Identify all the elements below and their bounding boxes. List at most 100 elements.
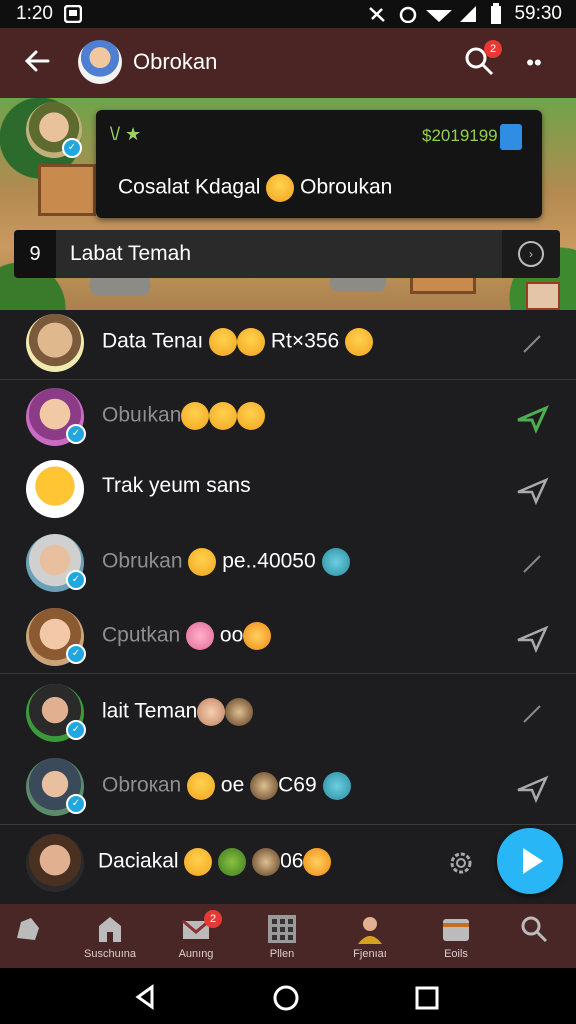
list-item[interactable]: ✓ Obuıkan [0,380,576,452]
nav-label: Pllen [269,948,295,960]
list-item-label: Obuıkan [102,403,182,427]
status-icons [369,6,476,23]
contact-avatar[interactable] [26,460,84,518]
message-bubble[interactable]: \/ ★ $2019199 Cosalat Kdagal Obroukan [96,110,542,218]
send-fab-button[interactable] [497,828,563,894]
contact-avatar[interactable]: ✓ [26,534,86,592]
contact-avatar[interactable]: ✓ [26,608,86,666]
edit-slash-icon[interactable] [514,696,550,732]
list-item-text: Obroкan oe C69 [102,772,351,800]
card-icon [443,919,469,941]
face-emoji-icon [252,848,281,876]
bottom-navigation: Suschuına 2 Aunıng Pllen Fjenıaı Eoils [0,904,576,968]
back-arrow-icon[interactable] [22,46,52,76]
search-badge: 2 [484,40,502,58]
face-emoji-icon [345,328,374,356]
fire-emoji-icon [243,622,272,650]
grid-icon [268,915,296,943]
contact-search-strip[interactable]: 9 Labat Temah › [14,230,560,278]
recents-square-icon[interactable] [414,985,440,1011]
contact-avatar[interactable]: ✓ [26,684,86,742]
octopus-emoji-icon [321,548,350,576]
nav-item-home[interactable]: Suschuına [62,904,158,968]
contact-avatar[interactable] [26,314,84,372]
strip-go-button[interactable]: › [502,230,560,278]
verified-icon: ✓ [66,794,86,814]
more-options-icon[interactable]: •• [522,50,546,75]
list-item-tail2: C69 [278,773,317,797]
home-shape-icon [17,918,39,940]
chat-header: Obrokan 2 •• [0,28,576,98]
play-send-icon [523,848,543,874]
home-circle-icon[interactable] [272,984,300,1012]
send-arrow-icon[interactable] [514,620,550,656]
verified-icon: ✓ [62,138,82,158]
back-triangle-icon[interactable] [132,984,158,1010]
list-item-text: Cputkan oo [102,622,272,650]
tongue-emoji-icon [184,848,213,876]
system-navigation-bar [0,968,576,1024]
list-item[interactable]: ✓ Obrukan pe..40050 [0,526,576,598]
fire-emoji-icon [303,848,332,876]
list-item-text: Obrukan pe..40050 [102,548,350,576]
status-bar: 1:20 59:30 [0,0,576,28]
divider [0,673,576,674]
face-emoji-icon [209,328,238,356]
list-item-text: lait Teman [102,698,254,726]
verified-icon: ✓ [66,720,86,740]
contact-avatar[interactable]: ✓ [26,388,86,446]
status-clock: 59:30 [514,3,562,24]
contact-avatar[interactable]: ✓ [26,758,86,816]
divider [0,824,576,825]
face-emoji-icon [209,402,238,430]
header-avatar[interactable] [78,40,122,84]
nav-item-mail[interactable]: 2 Aunıng [148,904,244,968]
grin-emoji-icon [266,174,295,202]
face-emoji-icon [181,402,210,430]
edit-slash-icon[interactable] [514,546,550,582]
nav-item-card[interactable]: Eoils [408,904,504,968]
battery-icon [491,3,501,24]
list-item[interactable]: Data Tenaı Rt×356 [0,306,576,378]
house-icon [99,917,121,942]
sender-avatar[interactable]: ✓ [26,102,82,158]
bubble-message: Cosalat Kdagal Obroukan [118,174,392,202]
face-emoji-icon [237,328,266,356]
app-notification-icon [64,5,82,23]
grin-emoji-icon [187,772,216,800]
send-arrow-icon[interactable] [514,770,550,806]
list-item[interactable]: ✓ Obroкan oe C69 [0,750,576,822]
send-arrow-icon[interactable] [514,400,550,436]
list-item-label: Data Tenaı [102,329,204,353]
verified-icon: ✓ [66,644,86,664]
nav-badge: 2 [204,910,222,928]
list-item[interactable]: Trak yeum sans [0,452,576,524]
document-icon[interactable] [500,124,522,150]
leaf-emoji-icon [218,848,247,876]
search-icon [521,916,548,943]
bubble-message-tail: Obroukan [300,175,393,199]
list-item[interactable]: ✓ Cputkan oo [0,600,576,672]
nav-item-search[interactable] [492,904,576,968]
list-item-label: Trak yeum sans [102,474,251,497]
bubble-amount: $2019199 [422,126,498,145]
list-item[interactable]: Daciakal 06 [0,826,576,898]
gear-icon[interactable] [446,848,476,878]
list-item-label: Obrukan [102,549,183,573]
face-emoji-icon [197,698,226,726]
send-arrow-icon[interactable] [514,472,550,508]
contact-avatar[interactable] [26,834,84,892]
bubble-tag: \/ ★ [110,124,142,144]
edit-slash-icon[interactable] [514,326,550,362]
header-title[interactable]: Obrokan [133,49,217,75]
list-item-text: Data Tenaı Rt×356 [102,328,374,356]
face-emoji-icon [237,402,266,430]
status-time: 1:20 [16,3,53,24]
nav-item-profile[interactable]: Fjenıaı [322,904,418,968]
list-item-text: Obuıkan [102,402,266,430]
list-item[interactable]: ✓ lait Teman [0,676,576,748]
face-emoji-icon [225,698,254,726]
list-item-tail: oo [219,623,244,647]
list-item-label: lait Teman [102,699,198,723]
nav-item-grid[interactable]: Pllen [234,904,330,968]
